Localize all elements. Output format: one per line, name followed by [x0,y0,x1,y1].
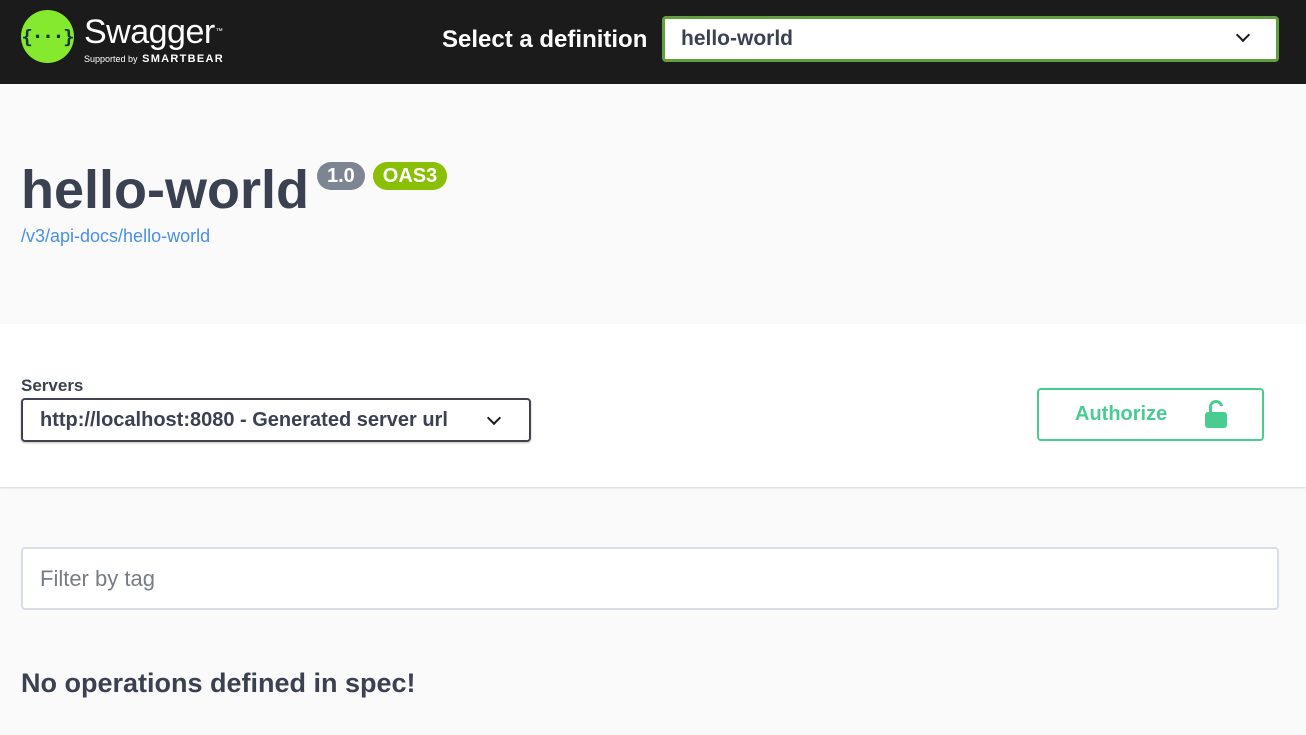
swagger-braces-icon: {···} [21,10,75,63]
logo-brand: SMARTBEAR [142,53,225,65]
authorize-button[interactable]: Authorize [1037,388,1264,441]
swagger-logo[interactable]: {···} Swagger™ Supported by SMARTBEAR [21,10,224,65]
logo-text: Swagger™ Supported by SMARTBEAR [84,10,224,65]
unlocked-lock-icon [1205,400,1229,430]
filter-by-tag-input[interactable] [21,547,1279,610]
topbar: {···} Swagger™ Supported by SMARTBEAR Se… [0,0,1306,84]
logo-name-text: Swagger [84,13,215,51]
chevron-down-icon [486,410,502,426]
servers-select[interactable]: http://localhost:8080 - Generated server… [21,398,531,442]
logo-name: Swagger™ [84,10,224,54]
page-title: hello-world [21,160,309,220]
chevron-down-icon [1235,27,1251,43]
definition-select[interactable]: hello-world [662,16,1279,62]
logo-supported-by: Supported by [84,54,138,64]
logo-subtitle: Supported by SMARTBEAR [84,53,224,65]
title-row: hello-world 1.0 OAS3 [21,158,448,222]
authorize-label: Authorize [1075,403,1168,425]
servers-selected-value: http://localhost:8080 - Generated server… [40,408,448,431]
oas-badge: OAS3 [372,162,448,190]
no-operations-message: No operations defined in spec! [21,668,416,698]
spec-url-link[interactable]: /v3/api-docs/hello-world [21,226,447,247]
servers-label: Servers [21,376,84,395]
scheme-container: Servers http://localhost:8080 - Generate… [0,324,1306,487]
definition-label: Select a definition [442,26,648,53]
definition-selected-value: hello-world [681,27,793,50]
api-info: hello-world 1.0 OAS3 /v3/api-docs/hello-… [21,158,448,247]
logo-trademark: ™ [215,28,223,35]
version-badge: 1.0 [316,162,365,190]
